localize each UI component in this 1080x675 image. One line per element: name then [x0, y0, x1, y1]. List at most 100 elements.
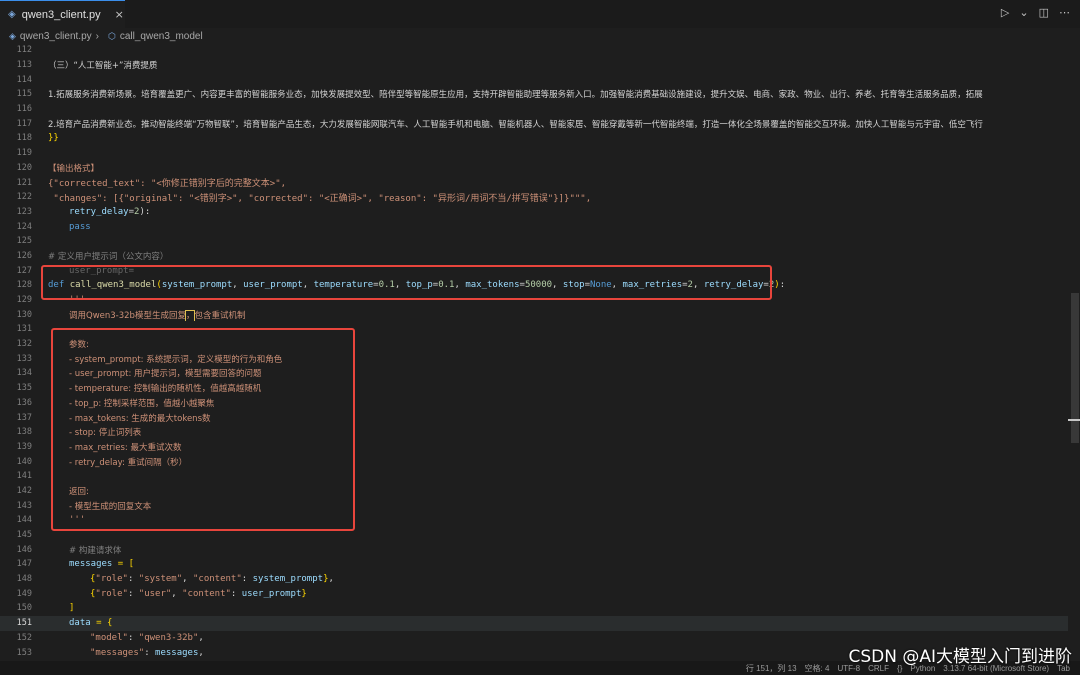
token: messages [155, 647, 199, 658]
tab-qwen3-client[interactable]: ◈ qwen3_client.py × [0, 0, 125, 28]
token: def [48, 280, 65, 291]
vertical-scrollbar[interactable] [1068, 43, 1080, 663]
token: messages [69, 559, 113, 570]
line-text: # 构建请求体 [69, 545, 122, 556]
line-number: 131 [16, 324, 32, 335]
breadcrumb: ◈ qwen3_client.py › ⬡ call_qwen3_model [0, 28, 1080, 44]
token: stop [562, 280, 585, 291]
line-number: 149 [16, 588, 32, 599]
line-text: （三）“人工智能+”消费提质 [48, 61, 158, 72]
line-text: 2.培育产品消费新业态。推动智能终端“万物智联”，培育智能产品生态，大力发展智能… [48, 119, 983, 130]
line-number: 134 [16, 368, 32, 379]
code-line: 133 - system_prompt: 系统提示词，定义模型的行为和角色 [0, 351, 1068, 366]
line-text: 1.拓展服务消费新场景。培育覆盖更广、内容更丰富的智能服务业态，加快发展提效型、… [48, 90, 983, 101]
python-file-icon: ◈ [8, 9, 16, 20]
close-icon[interactable]: × [115, 8, 124, 21]
token: max_retries [622, 280, 683, 291]
line-number: 124 [16, 221, 32, 232]
line-number: 140 [16, 456, 32, 467]
token: 0.1 [438, 280, 455, 291]
line-number: 147 [16, 559, 32, 570]
token: 2 [687, 280, 693, 291]
split-editor-icon[interactable]: ◫ [1039, 6, 1049, 19]
line-number: 135 [16, 383, 32, 394]
line-number: 132 [16, 339, 32, 350]
code-line: 131 [0, 322, 1068, 337]
python-file-icon: ◈ [9, 30, 16, 41]
breadcrumb-file[interactable]: qwen3_client.py [20, 31, 92, 42]
line-number: 125 [16, 236, 32, 247]
code-line: 117 2.培育产品消费新业态。推动智能终端“万物智联”，培育智能产品生态，大力发… [0, 116, 1068, 131]
code-line: 149 {"role": "user", "content": user_prom… [0, 586, 1068, 601]
code-line: 128 def call_qwen3_model(system_prompt, u… [0, 278, 1068, 293]
code-line: 122 "changes": [{"original": "<错别字>", "c… [0, 190, 1068, 205]
chevron-down-icon[interactable]: ⌄ [1019, 6, 1028, 19]
breadcrumb-symbol[interactable]: call_qwen3_model [120, 31, 203, 42]
token: "content" [182, 588, 231, 599]
token: "role" [95, 588, 128, 599]
line-number: 118 [16, 133, 32, 144]
line-text: 【输出格式】 [48, 163, 100, 174]
line-text: 返回: [69, 486, 89, 497]
line-text: 调用Qwen3-32b模型生成回复 [69, 310, 186, 321]
code-line: 142 返回: [0, 484, 1068, 499]
token: max_tokens [465, 280, 520, 291]
code-line: 139 - max_retries: 最大重试次数 [0, 440, 1068, 455]
token: "content" [192, 574, 242, 585]
run-icon[interactable]: ▷ [1001, 6, 1009, 19]
line-number: 116 [16, 104, 32, 115]
code-editor[interactable]: 112 113 （三）“人工智能+”消费提质 114 115 1.拓展服务消费新场景… [0, 43, 1068, 663]
code-line: 112 [0, 43, 1068, 58]
token: = [ [112, 559, 135, 570]
code-line: 123 retry_delay=2): [0, 205, 1068, 220]
line-number: 137 [16, 412, 32, 423]
line-number: 126 [16, 250, 32, 261]
code-line: 144 ''' [0, 513, 1068, 528]
code-line: 114 [0, 72, 1068, 87]
tab-bar: ◈ qwen3_client.py × ▷ ⌄ ◫ ⋯ [0, 0, 1080, 28]
token: None [589, 280, 612, 291]
line-number: 129 [16, 295, 32, 306]
line-text: 参数: [69, 340, 89, 351]
line-text: # 定义用户提示词（公文内容） [48, 251, 169, 262]
line-number: 117 [16, 118, 32, 129]
code-line: 146 # 构建请求体 [0, 542, 1068, 557]
line-number: 138 [16, 427, 32, 438]
line-number: 114 [16, 74, 32, 85]
more-icon[interactable]: ⋯ [1059, 6, 1070, 19]
token: temperature [313, 280, 374, 291]
line-text: user_prompt= [69, 265, 135, 276]
code-line: 116 [0, 102, 1068, 117]
line-number: 121 [16, 177, 32, 188]
line-number: 123 [16, 206, 32, 217]
line-text: - retry_delay: 重试间隔（秒） [69, 457, 188, 468]
line-number: 115 [16, 89, 32, 100]
status-cursor-position[interactable]: 行 151，列 13 [746, 663, 797, 674]
code-line: 127 user_prompt= [0, 263, 1068, 278]
line-number: 143 [16, 500, 32, 511]
line-number: 119 [16, 148, 32, 159]
line-text: ] [69, 603, 75, 614]
token: "role" [95, 574, 128, 585]
line-text: ''' [69, 515, 86, 526]
token: = { [90, 618, 113, 629]
code-line: 115 1.拓展服务消费新场景。培育覆盖更广、内容更丰富的智能服务业态，加快发展提… [0, 87, 1068, 102]
line-text: }} [48, 133, 59, 144]
code-line: 120 【输出格式】 [0, 161, 1068, 176]
code-line: 148 {"role": "system", "content": system_… [0, 572, 1068, 587]
line-number: 141 [16, 471, 32, 482]
line-number: 145 [16, 530, 32, 541]
code-line: 130 调用Qwen3-32b模型生成回复，包含重试机制 [0, 307, 1068, 322]
code-line: 132 参数: [0, 337, 1068, 352]
token: retry_delay [703, 280, 764, 291]
code-line: 113 （三）“人工智能+”消费提质 [0, 58, 1068, 73]
line-number: 148 [16, 574, 32, 585]
line-number: 144 [16, 515, 32, 526]
line-text: ''' [69, 295, 86, 306]
line-text: - user_prompt: 用户提示词，模型需要回答的问题 [69, 369, 262, 380]
line-number: 146 [16, 544, 32, 555]
scrollbar-cursor-marker [1068, 419, 1080, 421]
token: 0.1 [378, 280, 395, 291]
status-indentation[interactable]: 空格: 4 [805, 663, 830, 674]
tab-label: qwen3_client.py [21, 8, 101, 21]
